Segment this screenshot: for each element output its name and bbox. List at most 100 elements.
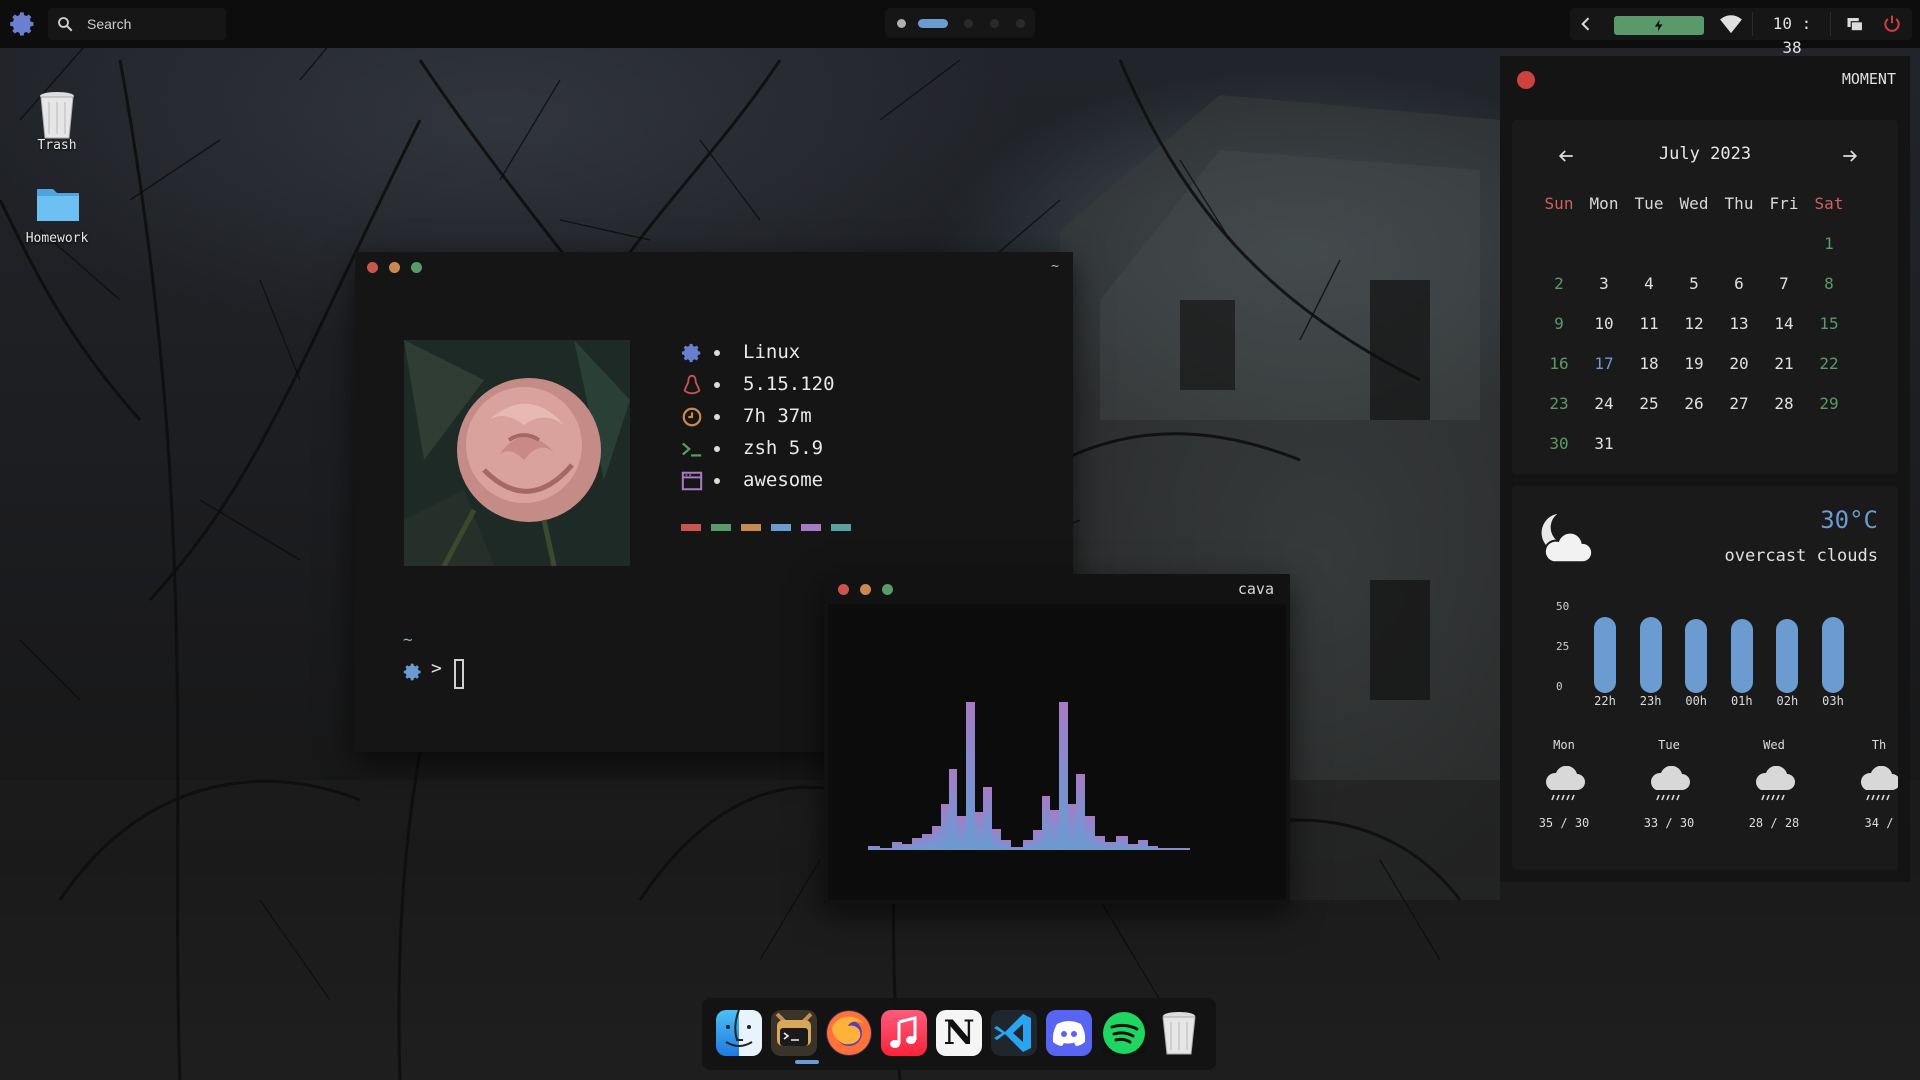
calendar-day[interactable]: 31 <box>1581 429 1627 459</box>
discord-icon[interactable] <box>1046 1010 1092 1056</box>
calendar-day[interactable]: 10 <box>1581 309 1627 339</box>
calendar-day[interactable]: 12 <box>1671 309 1717 339</box>
finder-icon[interactable] <box>716 1010 762 1056</box>
calendar-day[interactable]: 20 <box>1716 349 1762 379</box>
calendar-day[interactable]: 28 <box>1761 389 1807 419</box>
notion-icon[interactable]: N <box>936 1010 982 1056</box>
calendar-day[interactable]: 19 <box>1671 349 1717 379</box>
calendar-day[interactable]: 23 <box>1536 389 1582 419</box>
daily-temperature-range: 34 / <box>1864 816 1894 830</box>
calendar-day[interactable]: 16 <box>1536 349 1582 379</box>
gear-icon <box>403 662 423 682</box>
workspace-1[interactable] <box>897 19 906 28</box>
search-bar[interactable]: Search <box>48 8 226 40</box>
calendar-day[interactable]: 27 <box>1716 389 1762 419</box>
calendar-weekday: Wed <box>1679 194 1709 213</box>
palette-swatch <box>831 524 851 531</box>
trash-icon[interactable] <box>1156 1010 1202 1056</box>
maximize-button[interactable] <box>882 584 893 595</box>
hourly-label: 01h <box>1730 694 1753 708</box>
hourly-bar <box>1639 617 1662 693</box>
window-title: cava <box>1237 580 1274 598</box>
calendar-day[interactable]: 15 <box>1806 309 1852 339</box>
panel-header: MOMENT <box>1841 70 1896 88</box>
tux-icon <box>681 374 703 396</box>
workspace-3[interactable] <box>964 19 973 28</box>
fetch-value: 5.15.120 <box>743 373 835 395</box>
power-icon[interactable] <box>1882 14 1902 38</box>
palette-swatch <box>771 524 791 531</box>
calendar-day[interactable]: 13 <box>1716 309 1762 339</box>
maximize-button[interactable] <box>411 262 422 273</box>
calendar-day[interactable]: 9 <box>1536 309 1582 339</box>
calendar-day[interactable]: 29 <box>1806 389 1852 419</box>
workspace-switcher <box>885 8 1035 38</box>
desktop-icon-trash[interactable]: Trash <box>17 90 97 153</box>
terminal-cursor[interactable] <box>454 659 464 689</box>
visualizer-bars <box>868 702 1190 850</box>
gear-icon[interactable] <box>9 10 37 38</box>
axis-label: 50 <box>1556 600 1570 613</box>
notion-letter: N <box>943 1013 975 1053</box>
prompt-directory: ~ <box>403 630 413 649</box>
calendar-day[interactable]: 24 <box>1581 389 1627 419</box>
calendar-day[interactable]: 17 <box>1581 349 1627 379</box>
spotify-icon[interactable] <box>1101 1010 1147 1056</box>
desktop-icon-homework[interactable]: Homework <box>17 183 97 246</box>
calendar-day[interactable]: 22 <box>1806 349 1852 379</box>
music-icon[interactable] <box>881 1010 927 1056</box>
active-app-indicator <box>795 1060 819 1064</box>
fetch-value: 7h 37m <box>743 405 812 427</box>
calendar-weekday: Fri <box>1769 194 1799 213</box>
gear-icon <box>681 342 703 364</box>
arrow-right-icon[interactable] <box>1840 146 1860 166</box>
terminal-icon[interactable] <box>771 1010 817 1056</box>
vscode-icon[interactable] <box>991 1010 1037 1056</box>
workspace-4[interactable] <box>990 19 999 28</box>
cava-titlebar[interactable]: cava <box>824 574 1290 604</box>
record-indicator-icon[interactable] <box>1517 71 1535 89</box>
workspace-2[interactable] <box>918 19 948 28</box>
minimize-button[interactable] <box>389 262 400 273</box>
firefox-icon[interactable] <box>826 1010 872 1056</box>
rain-icon <box>1751 765 1797 806</box>
hourly-bar <box>1730 618 1753 693</box>
calendar-day[interactable]: 2 <box>1536 269 1582 299</box>
dock: N <box>702 998 1216 1070</box>
calendar-day[interactable]: 14 <box>1761 309 1807 339</box>
chevron-left-icon[interactable] <box>1576 14 1596 34</box>
hourly-bar <box>1776 618 1799 693</box>
minimize-button[interactable] <box>860 584 871 595</box>
calendar-day[interactable]: 1 <box>1806 229 1852 259</box>
calendar-day[interactable]: 4 <box>1626 269 1672 299</box>
calendar-day[interactable]: 7 <box>1761 269 1807 299</box>
palette-swatch <box>801 524 821 531</box>
wifi-icon[interactable] <box>1720 14 1742 38</box>
close-button[interactable] <box>367 262 378 273</box>
workspace-5[interactable] <box>1016 19 1025 28</box>
bullet <box>714 350 720 356</box>
battery-indicator[interactable] <box>1614 16 1704 35</box>
calendar-day[interactable]: 26 <box>1671 389 1717 419</box>
calendar-widget: July 2023 Sun Mon Tue Wed Thu Fri Sat 1 2 3 4 5 6 7 8 9… <box>1512 120 1898 474</box>
clock[interactable]: 10 : 38 <box>1760 12 1824 57</box>
bolt-icon <box>1654 19 1663 32</box>
close-button[interactable] <box>838 584 849 595</box>
hourly-label: 23h <box>1639 694 1662 708</box>
desktop-icon-label: Homework <box>25 231 89 246</box>
calendar-day[interactable]: 6 <box>1716 269 1762 299</box>
terminal-titlebar[interactable]: ~ <box>355 252 1073 282</box>
calendar-day[interactable]: 3 <box>1581 269 1627 299</box>
calendar-day[interactable]: 5 <box>1671 269 1717 299</box>
calendar-day[interactable]: 30 <box>1536 429 1582 459</box>
desktop-icon-label: Trash <box>37 138 77 153</box>
calendar-day[interactable]: 11 <box>1626 309 1672 339</box>
calendar-day[interactable]: 21 <box>1761 349 1807 379</box>
notification-icon[interactable] <box>1846 15 1864 37</box>
calendar-day[interactable]: 8 <box>1806 269 1852 299</box>
calendar-day[interactable]: 18 <box>1626 349 1672 379</box>
calendar-day[interactable]: 25 <box>1626 389 1672 419</box>
calendar-weekday: Sat <box>1814 194 1844 213</box>
cava-window[interactable]: cava <box>824 574 1290 904</box>
rain-icon <box>1856 765 1898 806</box>
